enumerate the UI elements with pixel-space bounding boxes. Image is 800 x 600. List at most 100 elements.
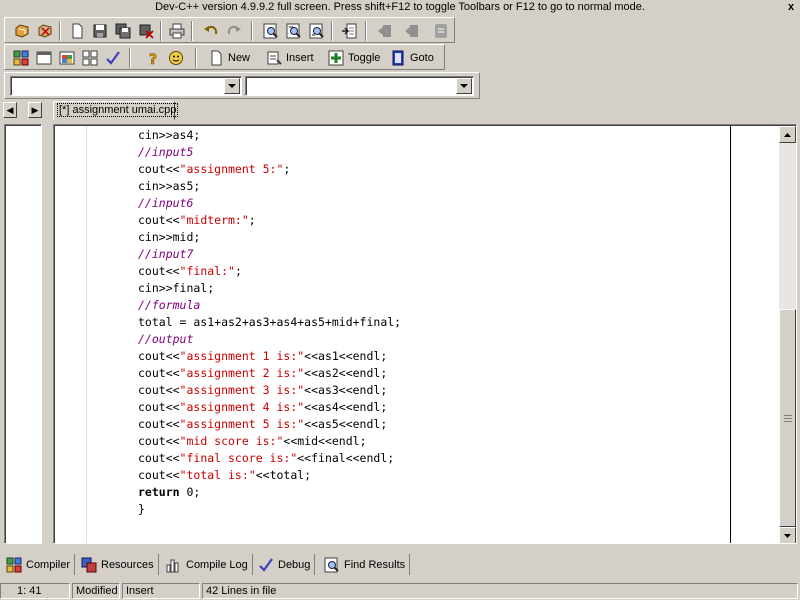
tab-label: [*] assignment umai.cpp (57, 103, 179, 117)
tab-debug-label: Debug (278, 558, 311, 571)
back-button[interactable] (375, 21, 395, 41)
window-icon (36, 51, 52, 65)
code-line[interactable]: cout<<"assignment 5:"; (138, 161, 401, 178)
code-line[interactable]: cout<<"mid score is:"<<mid<<endl; (138, 433, 401, 450)
code-line[interactable]: //formula (138, 297, 401, 314)
code-line[interactable]: //input5 (138, 144, 401, 161)
code-text: cin>>as4; (138, 128, 201, 142)
find-button[interactable] (261, 21, 281, 41)
scroll-right-icon: ▶ (31, 104, 39, 115)
code-line[interactable]: cout<<"assignment 5 is:"<<as5<<endl; (138, 416, 401, 433)
tab-find-results[interactable]: Find Results (320, 554, 411, 575)
vertical-scrollbar[interactable] (779, 126, 796, 543)
member-combo[interactable] (245, 76, 474, 96)
close-project-button[interactable] (35, 21, 55, 41)
right-margin-line (730, 126, 731, 543)
status-line-count: 42 Lines in file (202, 583, 798, 599)
replace-icon (286, 23, 301, 39)
tab-compile-log[interactable]: Compile Log (162, 554, 253, 575)
code-line[interactable]: cout<<"assignment 3 is:"<<as3<<endl; (138, 382, 401, 399)
code-text: cin>>as5; (138, 179, 201, 193)
project-browser-panel[interactable] (4, 124, 42, 544)
tab-resources[interactable]: Resources (77, 554, 159, 575)
code-text: <<as3<<endl; (304, 383, 388, 397)
code-string: "midterm:" (179, 213, 249, 227)
print-button[interactable] (167, 21, 187, 41)
tab-assignment-umai-cpp[interactable]: [*] assignment umai.cpp (53, 101, 179, 120)
code-line[interactable]: cout<<"midterm:"; (138, 212, 401, 229)
code-line[interactable]: cout<<"final score is:"<<final<<endl; (138, 450, 401, 467)
code-line[interactable]: cout<<"assignment 4 is:"<<as4<<endl; (138, 399, 401, 416)
help-button[interactable]: ? (143, 48, 163, 68)
redo-button[interactable] (224, 21, 244, 41)
code-line[interactable]: cout<<"total is:"<<total; (138, 467, 401, 484)
about-button[interactable] (166, 48, 186, 68)
new-file-button[interactable] (67, 21, 87, 41)
status-cursor-position: 1: 41 (0, 583, 70, 599)
code-line[interactable]: cout<<"assignment 1 is:"<<as1<<endl; (138, 348, 401, 365)
code-editor[interactable]: cin>>as4;//input5 cout<<"assignment 5:"; c… (53, 124, 797, 544)
class-browser-button[interactable] (11, 48, 31, 68)
scrollbar-thumb[interactable] (779, 309, 796, 527)
goto-bookmark-button[interactable]: Goto (387, 48, 437, 68)
code-line[interactable]: //input7 (138, 246, 401, 263)
code-line[interactable]: //input6 (138, 195, 401, 212)
code-line[interactable]: return 0; (138, 484, 401, 501)
code-line[interactable]: //output (138, 331, 401, 348)
code-comment: //input5 (138, 145, 194, 159)
goto-line-button[interactable] (339, 21, 359, 41)
title-bar: Dev-C++ version 4.9.9.2 full screen. Pre… (0, 0, 800, 16)
close-file-button[interactable] (136, 21, 156, 41)
project-options-button[interactable] (57, 48, 77, 68)
chevron-down-icon (460, 83, 468, 88)
code-text: ; (283, 162, 291, 176)
code-line[interactable]: cout<<"final:"; (138, 263, 401, 280)
forward-button[interactable] (401, 21, 421, 41)
save-button[interactable] (90, 21, 110, 41)
resources-icon (81, 557, 97, 572)
code-string: "final:" (179, 264, 235, 278)
checkmark-icon (106, 51, 120, 65)
code-line[interactable]: cin>>mid; (138, 229, 401, 246)
code-line[interactable]: cin>>as4; (138, 127, 401, 144)
arrow-down-icon (784, 533, 791, 538)
class-combo[interactable] (10, 76, 242, 96)
grid-view-button[interactable] (80, 48, 100, 68)
code-line[interactable]: cin>>final; (138, 280, 401, 297)
save-all-button[interactable] (113, 21, 133, 41)
code-lines[interactable]: cin>>as4;//input5 cout<<"assignment 5:"; c… (138, 127, 401, 518)
tab-debug[interactable]: Debug (254, 554, 316, 575)
redo-icon (227, 25, 241, 35)
editor-gutter (55, 126, 87, 543)
class-combo-dropdown-arrow[interactable] (224, 78, 240, 94)
code-string: "final score is:" (179, 451, 298, 465)
panel-tab-scroll-right[interactable]: ▶ (28, 102, 42, 118)
code-comment: //input7 (138, 247, 194, 261)
bookmarks-button[interactable] (431, 21, 451, 41)
tab-compiler[interactable]: Compiler (2, 554, 76, 575)
undo-button[interactable] (201, 21, 221, 41)
member-combo-dropdown-arrow[interactable] (456, 78, 472, 94)
new-bookmark-button[interactable]: New (205, 48, 253, 68)
open-project-button[interactable] (12, 21, 32, 41)
toggle-button[interactable]: Toggle (325, 48, 383, 68)
panel-tab-scroll-left[interactable]: ◀ (3, 102, 17, 118)
scroll-up-button[interactable] (779, 126, 796, 143)
replace-button[interactable] (284, 21, 304, 41)
close-project-icon (38, 24, 52, 38)
close-button[interactable]: x (784, 1, 798, 14)
find-next-button[interactable] (307, 21, 327, 41)
code-text: 0; (179, 485, 201, 499)
code-line[interactable]: } (138, 501, 401, 518)
code-line[interactable]: cin>>as5; (138, 178, 401, 195)
check-syntax-button[interactable] (103, 48, 123, 68)
code-text: <<as5<<endl; (304, 417, 388, 431)
insert-button[interactable]: Insert (263, 48, 317, 68)
code-text: <<mid<<endl; (283, 434, 367, 448)
scroll-down-button[interactable] (779, 527, 796, 543)
undo-icon (204, 25, 218, 35)
window-button[interactable] (34, 48, 54, 68)
code-text: <<as1<<endl; (304, 349, 388, 363)
code-line[interactable]: total = as1+as2+as3+as4+as5+mid+final; (138, 314, 401, 331)
code-line[interactable]: cout<<"assignment 2 is:"<<as2<<endl; (138, 365, 401, 382)
